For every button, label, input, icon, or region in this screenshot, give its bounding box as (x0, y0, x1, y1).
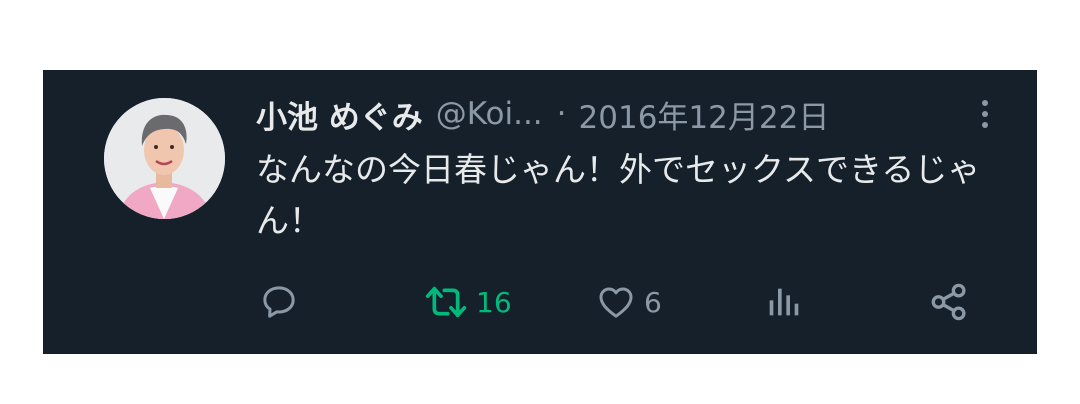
separator-dot: · (556, 96, 567, 132)
retweet-count: 16 (476, 285, 512, 319)
heart-icon (599, 287, 633, 318)
speech-bubble-icon (263, 286, 295, 318)
retweet-button[interactable]: 16 (424, 278, 512, 326)
tweet-header: 小池 めぐみ @Koi... · 2016年12月22日 (256, 92, 829, 136)
like-button[interactable]: 6 (596, 278, 662, 326)
share-button[interactable] (928, 278, 978, 326)
like-count: 6 (644, 285, 662, 319)
tweet-card[interactable]: 小池 めぐみ @Koi... · 2016年12月22日 なんなの今日春じゃん！… (43, 70, 1037, 354)
tweet-date[interactable]: 2016年12月22日 (579, 92, 830, 137)
tweet-actions: 16 6 (256, 278, 996, 326)
reply-button[interactable] (259, 278, 307, 326)
more-options-icon[interactable] (975, 94, 995, 134)
user-handle[interactable]: @Koi... (436, 96, 543, 132)
avatar[interactable] (104, 98, 225, 219)
retweet-icon (425, 286, 467, 318)
tweet-text: なんなの今日春じゃん！外でセックスできるじゃん！ (256, 150, 981, 240)
avatar-photo (104, 98, 225, 219)
share-icon (931, 283, 966, 321)
bar-chart-icon (769, 288, 799, 316)
views-button[interactable] (763, 278, 811, 326)
display-name[interactable]: 小池 めぐみ (256, 92, 423, 137)
